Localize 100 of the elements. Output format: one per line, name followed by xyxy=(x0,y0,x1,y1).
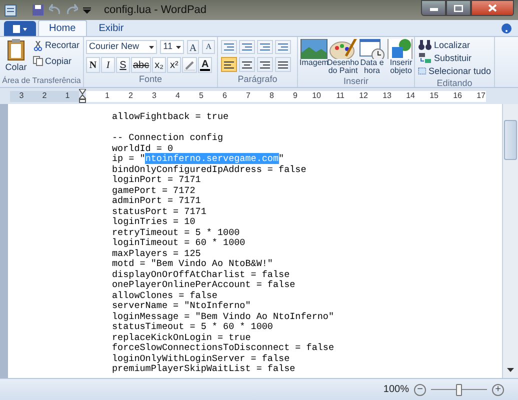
editing-button[interactable]: Selecionar tudo xyxy=(418,65,491,77)
code-line: loginOnlyWithLoginServer = false xyxy=(112,354,291,364)
ruler-number: 15 xyxy=(428,90,438,102)
align-button[interactable] xyxy=(239,57,255,72)
italic-button[interactable]: I xyxy=(101,57,115,73)
ribbon-tab[interactable]: Home xyxy=(38,20,87,36)
bold-button[interactable]: N xyxy=(86,57,100,73)
zoom-out-button[interactable]: − xyxy=(414,384,426,396)
align-icon xyxy=(242,60,252,68)
ruler-number: 5 xyxy=(198,90,204,102)
paste-button[interactable]: Colar xyxy=(3,39,29,76)
align-button[interactable] xyxy=(221,57,237,72)
code-line: allowFightback = true xyxy=(112,112,230,122)
minimize-icon xyxy=(430,8,438,11)
maximize-icon xyxy=(454,4,463,12)
scrollbar-thumb[interactable] xyxy=(504,120,517,160)
code-line: forceSlowConnectionsToDisconnect = false xyxy=(112,343,336,354)
list-button[interactable] xyxy=(239,40,255,54)
font-color-button[interactable]: A xyxy=(198,57,212,73)
font-name-field[interactable]: Courier New xyxy=(86,40,158,54)
insert-button[interactable]: Inserir objeto xyxy=(387,39,415,75)
save-icon[interactable] xyxy=(32,4,44,16)
slider-thumb[interactable] xyxy=(456,384,462,396)
code-line: loginMessage = "Bem Vindo Ao NtoInferno" xyxy=(112,312,336,322)
clipboard-icon xyxy=(7,39,25,61)
code-line: gamePort = 7172 xyxy=(112,186,196,196)
ruler-number: 3 xyxy=(18,90,25,102)
ribbon-tab[interactable]: Exibir xyxy=(88,20,134,36)
ruler-number: 2 xyxy=(41,90,48,102)
subscript-button[interactable]: x₂ xyxy=(152,57,166,73)
editing-button[interactable]: Substituir xyxy=(418,52,491,64)
copy-icon xyxy=(33,56,43,66)
scroll-down-icon[interactable] xyxy=(507,368,514,372)
insert-button[interactable]: Data e hora xyxy=(358,39,386,75)
list-icon xyxy=(260,43,270,51)
application-menu-icon xyxy=(13,24,27,32)
ruler-number: 11 xyxy=(335,90,344,102)
calendar-clock-icon xyxy=(358,39,386,59)
ruler-number: 8 xyxy=(268,90,274,102)
code-line: statusTimeout = 5 * 60 * 1000 xyxy=(112,322,274,332)
ruler-number: 4 xyxy=(174,90,180,102)
ruler-number: 1 xyxy=(104,90,110,102)
ruler-number: 13 xyxy=(382,90,392,102)
insert-button[interactable]: Imagem xyxy=(300,39,328,75)
code-line: statusPort = 7171 xyxy=(112,206,208,217)
highlight-button[interactable] xyxy=(182,57,198,73)
maximize-button[interactable] xyxy=(446,0,471,16)
list-button[interactable] xyxy=(221,40,237,54)
ruler-number: 1 xyxy=(64,90,71,102)
code-line: retryTimeout = 5 * 1000 xyxy=(112,228,241,238)
list-button[interactable] xyxy=(257,40,273,54)
editing-button[interactable]: Localizar xyxy=(418,39,491,51)
caret-icon xyxy=(176,46,181,48)
group-label: Inserir xyxy=(342,75,370,88)
landscape-icon xyxy=(300,39,328,59)
app-icon xyxy=(4,4,17,16)
binoculars-icon xyxy=(418,39,432,51)
highlighter-icon xyxy=(184,60,196,70)
caret-icon xyxy=(149,46,154,48)
group-label: Fonte xyxy=(138,73,163,86)
ruler-number: 10 xyxy=(311,90,321,102)
application-menu-button[interactable] xyxy=(4,21,36,36)
ruler-number: 2 xyxy=(128,90,133,102)
close-icon xyxy=(488,4,497,12)
scrollbar[interactable] xyxy=(502,104,518,378)
cut-button[interactable]: Recortar xyxy=(33,39,80,52)
code-line: serverName = "NtoInferno" xyxy=(112,301,252,312)
dropdown-icon[interactable] xyxy=(83,6,91,14)
list-icon xyxy=(278,43,288,51)
zoom-in-button[interactable]: + xyxy=(492,384,504,396)
code-line: worldId = 0 xyxy=(112,144,174,154)
list-button[interactable] xyxy=(275,40,291,54)
shapes-icon xyxy=(387,39,415,59)
superscript-button[interactable]: x² xyxy=(167,57,182,73)
zoom-slider[interactable] xyxy=(431,384,487,396)
code-line: loginTimeout = 60 * 1000 xyxy=(112,238,246,248)
align-icon xyxy=(260,60,270,68)
ruler-number: 6 xyxy=(222,90,227,102)
code-line: replaceKickOnLogin = true xyxy=(112,332,252,343)
code-line: allowClones = false xyxy=(112,290,218,301)
underline-button[interactable]: S xyxy=(116,57,130,73)
insert-button[interactable]: Desenho do Paint xyxy=(329,39,357,75)
ruler-number: 9 xyxy=(292,90,298,102)
help-icon[interactable] xyxy=(501,23,512,34)
shrink-font-button[interactable]: A xyxy=(202,40,215,54)
select-all-icon xyxy=(418,65,426,77)
align-button[interactable] xyxy=(275,57,291,72)
copy-button[interactable]: Copiar xyxy=(33,54,80,68)
ruler-number: 14 xyxy=(405,90,415,102)
code-line: displayOnOrOffAtCharlist = false xyxy=(112,270,291,280)
close-button[interactable] xyxy=(471,0,514,16)
code-line: bindOnlyConfiguredIpAddress = false xyxy=(112,164,308,175)
minimize-button[interactable] xyxy=(421,0,446,16)
code-line: onePlayerOnlinePerAccount = false xyxy=(112,280,296,290)
list-icon xyxy=(224,43,234,51)
grow-font-button[interactable]: A xyxy=(186,40,200,54)
font-size-field[interactable]: 11 xyxy=(160,40,184,54)
code-line: ip = "ntoinferno.servegame.com" xyxy=(112,154,286,164)
align-button[interactable] xyxy=(257,57,273,72)
strikethrough-button[interactable]: abc xyxy=(131,57,152,73)
